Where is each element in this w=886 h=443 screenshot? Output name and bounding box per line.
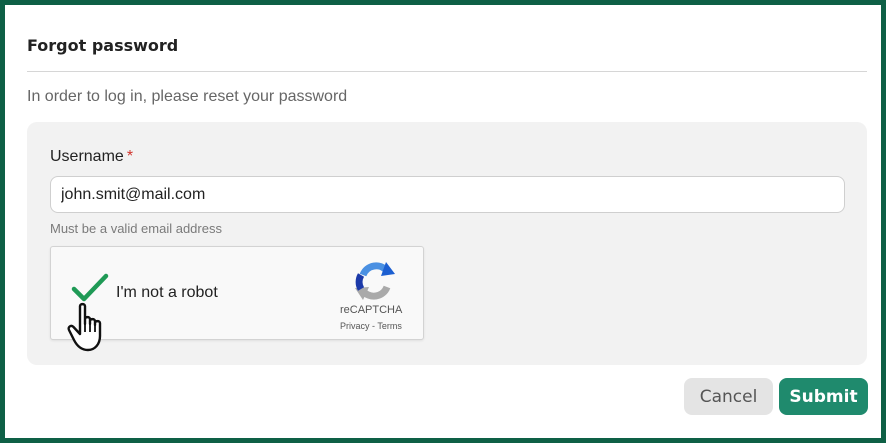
username-hint: Must be a valid email address xyxy=(50,221,222,236)
checkmark-icon[interactable] xyxy=(71,273,109,303)
username-label: Username * xyxy=(50,148,133,166)
captcha-label: I'm not a robot xyxy=(116,284,218,301)
recaptcha-links: Privacy - Terms xyxy=(340,321,402,331)
cancel-button[interactable]: Cancel xyxy=(684,378,773,415)
username-label-text: Username xyxy=(50,148,124,165)
dialog-title: Forgot password xyxy=(27,36,179,55)
privacy-link[interactable]: Privacy xyxy=(340,321,370,331)
recaptcha-logo-icon xyxy=(355,262,395,300)
terms-link[interactable]: Terms xyxy=(377,321,402,331)
submit-button[interactable]: Submit xyxy=(779,378,868,415)
title-divider xyxy=(27,71,867,72)
username-input[interactable] xyxy=(50,176,845,213)
recaptcha-brand: reCAPTCHA xyxy=(340,304,403,316)
hand-pointer-cursor-icon xyxy=(67,302,102,352)
links-separator: - xyxy=(372,321,376,331)
required-marker: * xyxy=(126,148,134,165)
dialog-subtitle: In order to log in, please reset your pa… xyxy=(27,88,348,105)
